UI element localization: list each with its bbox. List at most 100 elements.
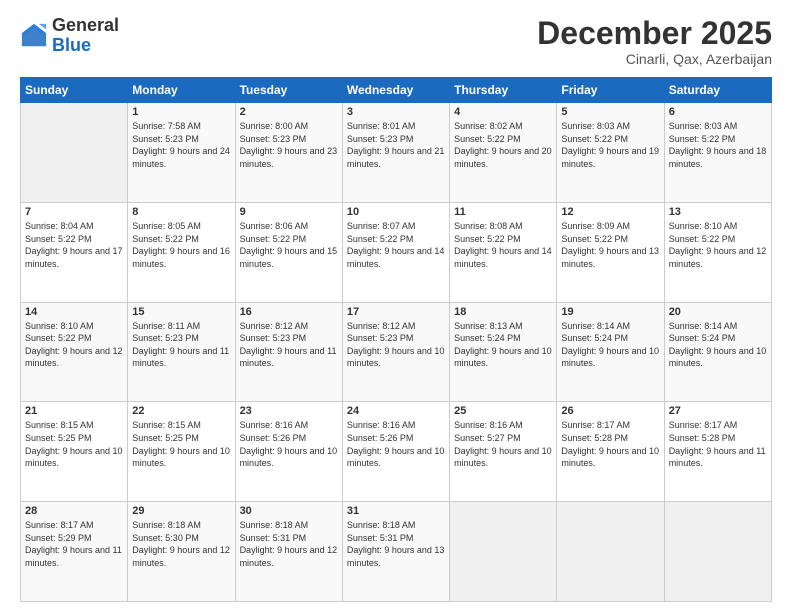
day-number: 31 [347, 505, 445, 517]
calendar-cell: 25 Sunrise: 8:16 AM Sunset: 5:27 PM Dayl… [450, 402, 557, 502]
calendar-cell: 31 Sunrise: 8:18 AM Sunset: 5:31 PM Dayl… [342, 502, 449, 602]
calendar-cell: 23 Sunrise: 8:16 AM Sunset: 5:26 PM Dayl… [235, 402, 342, 502]
day-number: 28 [25, 505, 123, 517]
day-info: Sunrise: 7:58 AM Sunset: 5:23 PM Dayligh… [132, 120, 230, 170]
day-info: Sunrise: 8:08 AM Sunset: 5:22 PM Dayligh… [454, 220, 552, 270]
main-container: General Blue December 2025 Cinarli, Qax,… [0, 0, 792, 612]
calendar-cell: 1 Sunrise: 7:58 AM Sunset: 5:23 PM Dayli… [128, 103, 235, 203]
day-number: 25 [454, 405, 552, 417]
calendar-cell: 6 Sunrise: 8:03 AM Sunset: 5:22 PM Dayli… [664, 103, 771, 203]
day-number: 21 [25, 405, 123, 417]
day-number: 5 [561, 106, 659, 118]
day-number: 30 [240, 505, 338, 517]
day-number: 23 [240, 405, 338, 417]
logo: General Blue [20, 16, 119, 56]
day-number: 10 [347, 206, 445, 218]
header-monday: Monday [128, 78, 235, 103]
calendar-cell [664, 502, 771, 602]
header: General Blue December 2025 Cinarli, Qax,… [20, 16, 772, 67]
logo-icon [20, 22, 48, 50]
day-number: 22 [132, 405, 230, 417]
calendar-cell: 12 Sunrise: 8:09 AM Sunset: 5:22 PM Dayl… [557, 202, 664, 302]
calendar-cell: 21 Sunrise: 8:15 AM Sunset: 5:25 PM Dayl… [21, 402, 128, 502]
day-info: Sunrise: 8:18 AM Sunset: 5:31 PM Dayligh… [240, 519, 338, 569]
header-thursday: Thursday [450, 78, 557, 103]
day-info: Sunrise: 8:09 AM Sunset: 5:22 PM Dayligh… [561, 220, 659, 270]
day-info: Sunrise: 8:16 AM Sunset: 5:27 PM Dayligh… [454, 419, 552, 469]
day-number: 20 [669, 306, 767, 318]
header-row: Sunday Monday Tuesday Wednesday Thursday… [21, 78, 772, 103]
title-block: December 2025 Cinarli, Qax, Azerbaijan [537, 16, 772, 67]
calendar-week-3: 21 Sunrise: 8:15 AM Sunset: 5:25 PM Dayl… [21, 402, 772, 502]
calendar-cell: 26 Sunrise: 8:17 AM Sunset: 5:28 PM Dayl… [557, 402, 664, 502]
day-number: 11 [454, 206, 552, 218]
day-info: Sunrise: 8:05 AM Sunset: 5:22 PM Dayligh… [132, 220, 230, 270]
calendar-cell: 5 Sunrise: 8:03 AM Sunset: 5:22 PM Dayli… [557, 103, 664, 203]
day-number: 4 [454, 106, 552, 118]
calendar-cell: 2 Sunrise: 8:00 AM Sunset: 5:23 PM Dayli… [235, 103, 342, 203]
calendar-cell: 7 Sunrise: 8:04 AM Sunset: 5:22 PM Dayli… [21, 202, 128, 302]
day-number: 29 [132, 505, 230, 517]
day-info: Sunrise: 8:14 AM Sunset: 5:24 PM Dayligh… [669, 320, 767, 370]
day-number: 26 [561, 405, 659, 417]
calendar-cell: 17 Sunrise: 8:12 AM Sunset: 5:23 PM Dayl… [342, 302, 449, 402]
day-number: 24 [347, 405, 445, 417]
calendar-cell [557, 502, 664, 602]
calendar-cell: 14 Sunrise: 8:10 AM Sunset: 5:22 PM Dayl… [21, 302, 128, 402]
calendar-cell: 16 Sunrise: 8:12 AM Sunset: 5:23 PM Dayl… [235, 302, 342, 402]
header-friday: Friday [557, 78, 664, 103]
day-number: 16 [240, 306, 338, 318]
header-saturday: Saturday [664, 78, 771, 103]
month-title: December 2025 [537, 16, 772, 51]
day-info: Sunrise: 8:15 AM Sunset: 5:25 PM Dayligh… [132, 419, 230, 469]
day-number: 9 [240, 206, 338, 218]
day-info: Sunrise: 8:10 AM Sunset: 5:22 PM Dayligh… [25, 320, 123, 370]
logo-line2: Blue [52, 36, 119, 56]
calendar-week-2: 14 Sunrise: 8:10 AM Sunset: 5:22 PM Dayl… [21, 302, 772, 402]
day-info: Sunrise: 8:06 AM Sunset: 5:22 PM Dayligh… [240, 220, 338, 270]
day-info: Sunrise: 8:07 AM Sunset: 5:22 PM Dayligh… [347, 220, 445, 270]
day-number: 18 [454, 306, 552, 318]
calendar-cell: 19 Sunrise: 8:14 AM Sunset: 5:24 PM Dayl… [557, 302, 664, 402]
calendar-cell: 20 Sunrise: 8:14 AM Sunset: 5:24 PM Dayl… [664, 302, 771, 402]
header-sunday: Sunday [21, 78, 128, 103]
calendar-cell: 10 Sunrise: 8:07 AM Sunset: 5:22 PM Dayl… [342, 202, 449, 302]
day-info: Sunrise: 8:12 AM Sunset: 5:23 PM Dayligh… [347, 320, 445, 370]
day-info: Sunrise: 8:12 AM Sunset: 5:23 PM Dayligh… [240, 320, 338, 370]
calendar-cell: 27 Sunrise: 8:17 AM Sunset: 5:28 PM Dayl… [664, 402, 771, 502]
calendar-week-1: 7 Sunrise: 8:04 AM Sunset: 5:22 PM Dayli… [21, 202, 772, 302]
day-info: Sunrise: 8:18 AM Sunset: 5:31 PM Dayligh… [347, 519, 445, 569]
calendar-cell: 3 Sunrise: 8:01 AM Sunset: 5:23 PM Dayli… [342, 103, 449, 203]
day-info: Sunrise: 8:14 AM Sunset: 5:24 PM Dayligh… [561, 320, 659, 370]
day-number: 19 [561, 306, 659, 318]
location: Cinarli, Qax, Azerbaijan [537, 51, 772, 67]
day-info: Sunrise: 8:04 AM Sunset: 5:22 PM Dayligh… [25, 220, 123, 270]
day-info: Sunrise: 8:03 AM Sunset: 5:22 PM Dayligh… [561, 120, 659, 170]
calendar-cell [450, 502, 557, 602]
header-wednesday: Wednesday [342, 78, 449, 103]
calendar-week-4: 28 Sunrise: 8:17 AM Sunset: 5:29 PM Dayl… [21, 502, 772, 602]
header-tuesday: Tuesday [235, 78, 342, 103]
day-info: Sunrise: 8:17 AM Sunset: 5:29 PM Dayligh… [25, 519, 123, 569]
day-number: 12 [561, 206, 659, 218]
day-number: 15 [132, 306, 230, 318]
day-number: 17 [347, 306, 445, 318]
day-info: Sunrise: 8:11 AM Sunset: 5:23 PM Dayligh… [132, 320, 230, 370]
day-number: 14 [25, 306, 123, 318]
calendar-cell: 15 Sunrise: 8:11 AM Sunset: 5:23 PM Dayl… [128, 302, 235, 402]
day-info: Sunrise: 8:13 AM Sunset: 5:24 PM Dayligh… [454, 320, 552, 370]
day-number: 13 [669, 206, 767, 218]
day-info: Sunrise: 8:17 AM Sunset: 5:28 PM Dayligh… [561, 419, 659, 469]
day-number: 1 [132, 106, 230, 118]
day-info: Sunrise: 8:17 AM Sunset: 5:28 PM Dayligh… [669, 419, 767, 469]
calendar-cell: 28 Sunrise: 8:17 AM Sunset: 5:29 PM Dayl… [21, 502, 128, 602]
day-number: 6 [669, 106, 767, 118]
calendar-cell: 13 Sunrise: 8:10 AM Sunset: 5:22 PM Dayl… [664, 202, 771, 302]
day-number: 27 [669, 405, 767, 417]
day-info: Sunrise: 8:16 AM Sunset: 5:26 PM Dayligh… [347, 419, 445, 469]
day-info: Sunrise: 8:00 AM Sunset: 5:23 PM Dayligh… [240, 120, 338, 170]
calendar-cell: 30 Sunrise: 8:18 AM Sunset: 5:31 PM Dayl… [235, 502, 342, 602]
calendar-cell: 4 Sunrise: 8:02 AM Sunset: 5:22 PM Dayli… [450, 103, 557, 203]
day-info: Sunrise: 8:02 AM Sunset: 5:22 PM Dayligh… [454, 120, 552, 170]
day-info: Sunrise: 8:18 AM Sunset: 5:30 PM Dayligh… [132, 519, 230, 569]
